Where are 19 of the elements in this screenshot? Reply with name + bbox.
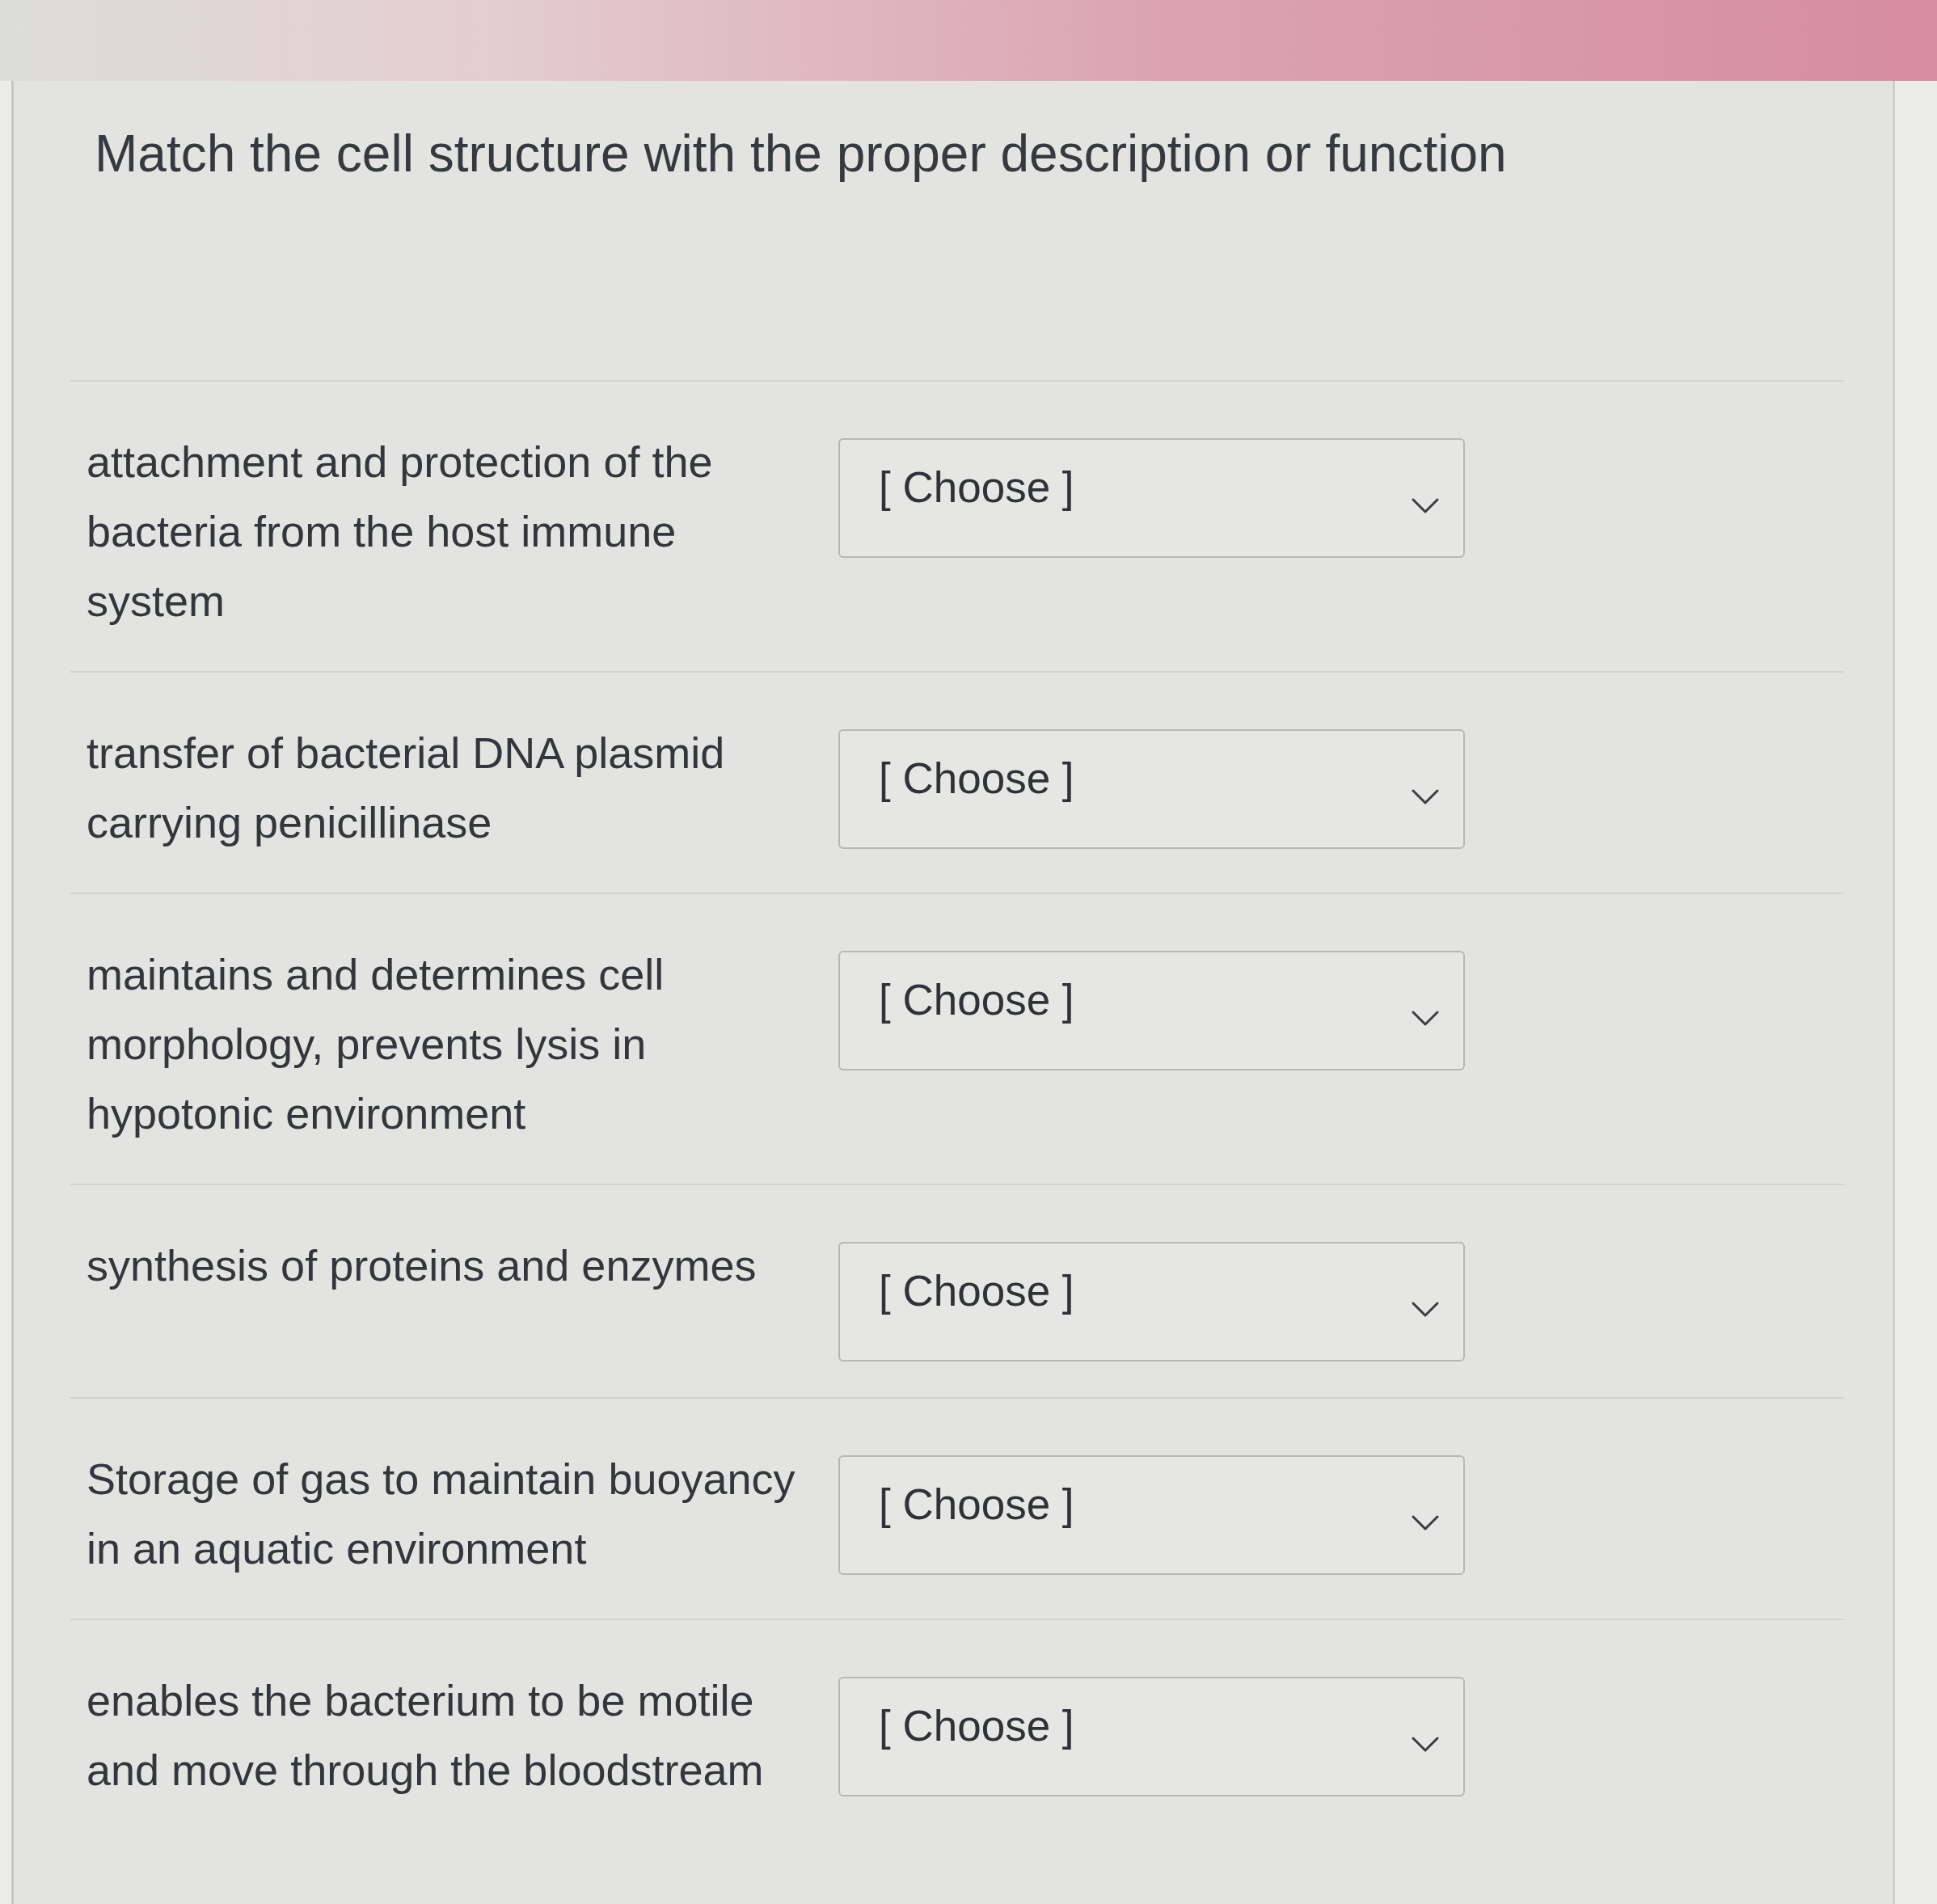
chevron-down-icon [1412,1011,1439,1027]
description-text: transfer of bacterial DNA plasmid carrying penicillinase [87,728,726,848]
description-text: Storage of gas to maintain buoyancy in an aquatic environment [87,1454,796,1574]
description-text: maintains and determines cell morphology, prevents lysis in hypotonic environment [87,949,665,1139]
description-text: enables the bacterium to be motile and move through the bloodstream [87,1675,765,1796]
answer-dropdown[interactable]: [ Choose ] [838,1455,1465,1575]
chevron-down-icon [1412,1302,1439,1318]
chevron-down-icon [1412,789,1439,805]
description-text: attachment and protection of the bacteria from the host immune system [87,437,714,627]
description-text: synthesis of proteins and enzymes [87,1240,757,1291]
answer-dropdown[interactable]: [ Choose ] [838,951,1465,1070]
chevron-down-icon [1412,1737,1439,1753]
answer-dropdown[interactable]: [ Choose ] [838,1677,1465,1796]
chevron-down-icon [1412,498,1439,514]
chevron-down-icon [1412,1515,1439,1531]
answer-dropdown[interactable]: [ Choose ] [838,1242,1465,1362]
answer-dropdown[interactable]: [ Choose ] [838,729,1465,849]
answer-dropdown[interactable]: [ Choose ] [838,438,1465,558]
question-title: Match the cell structure with the proper description or function [95,124,1508,184]
